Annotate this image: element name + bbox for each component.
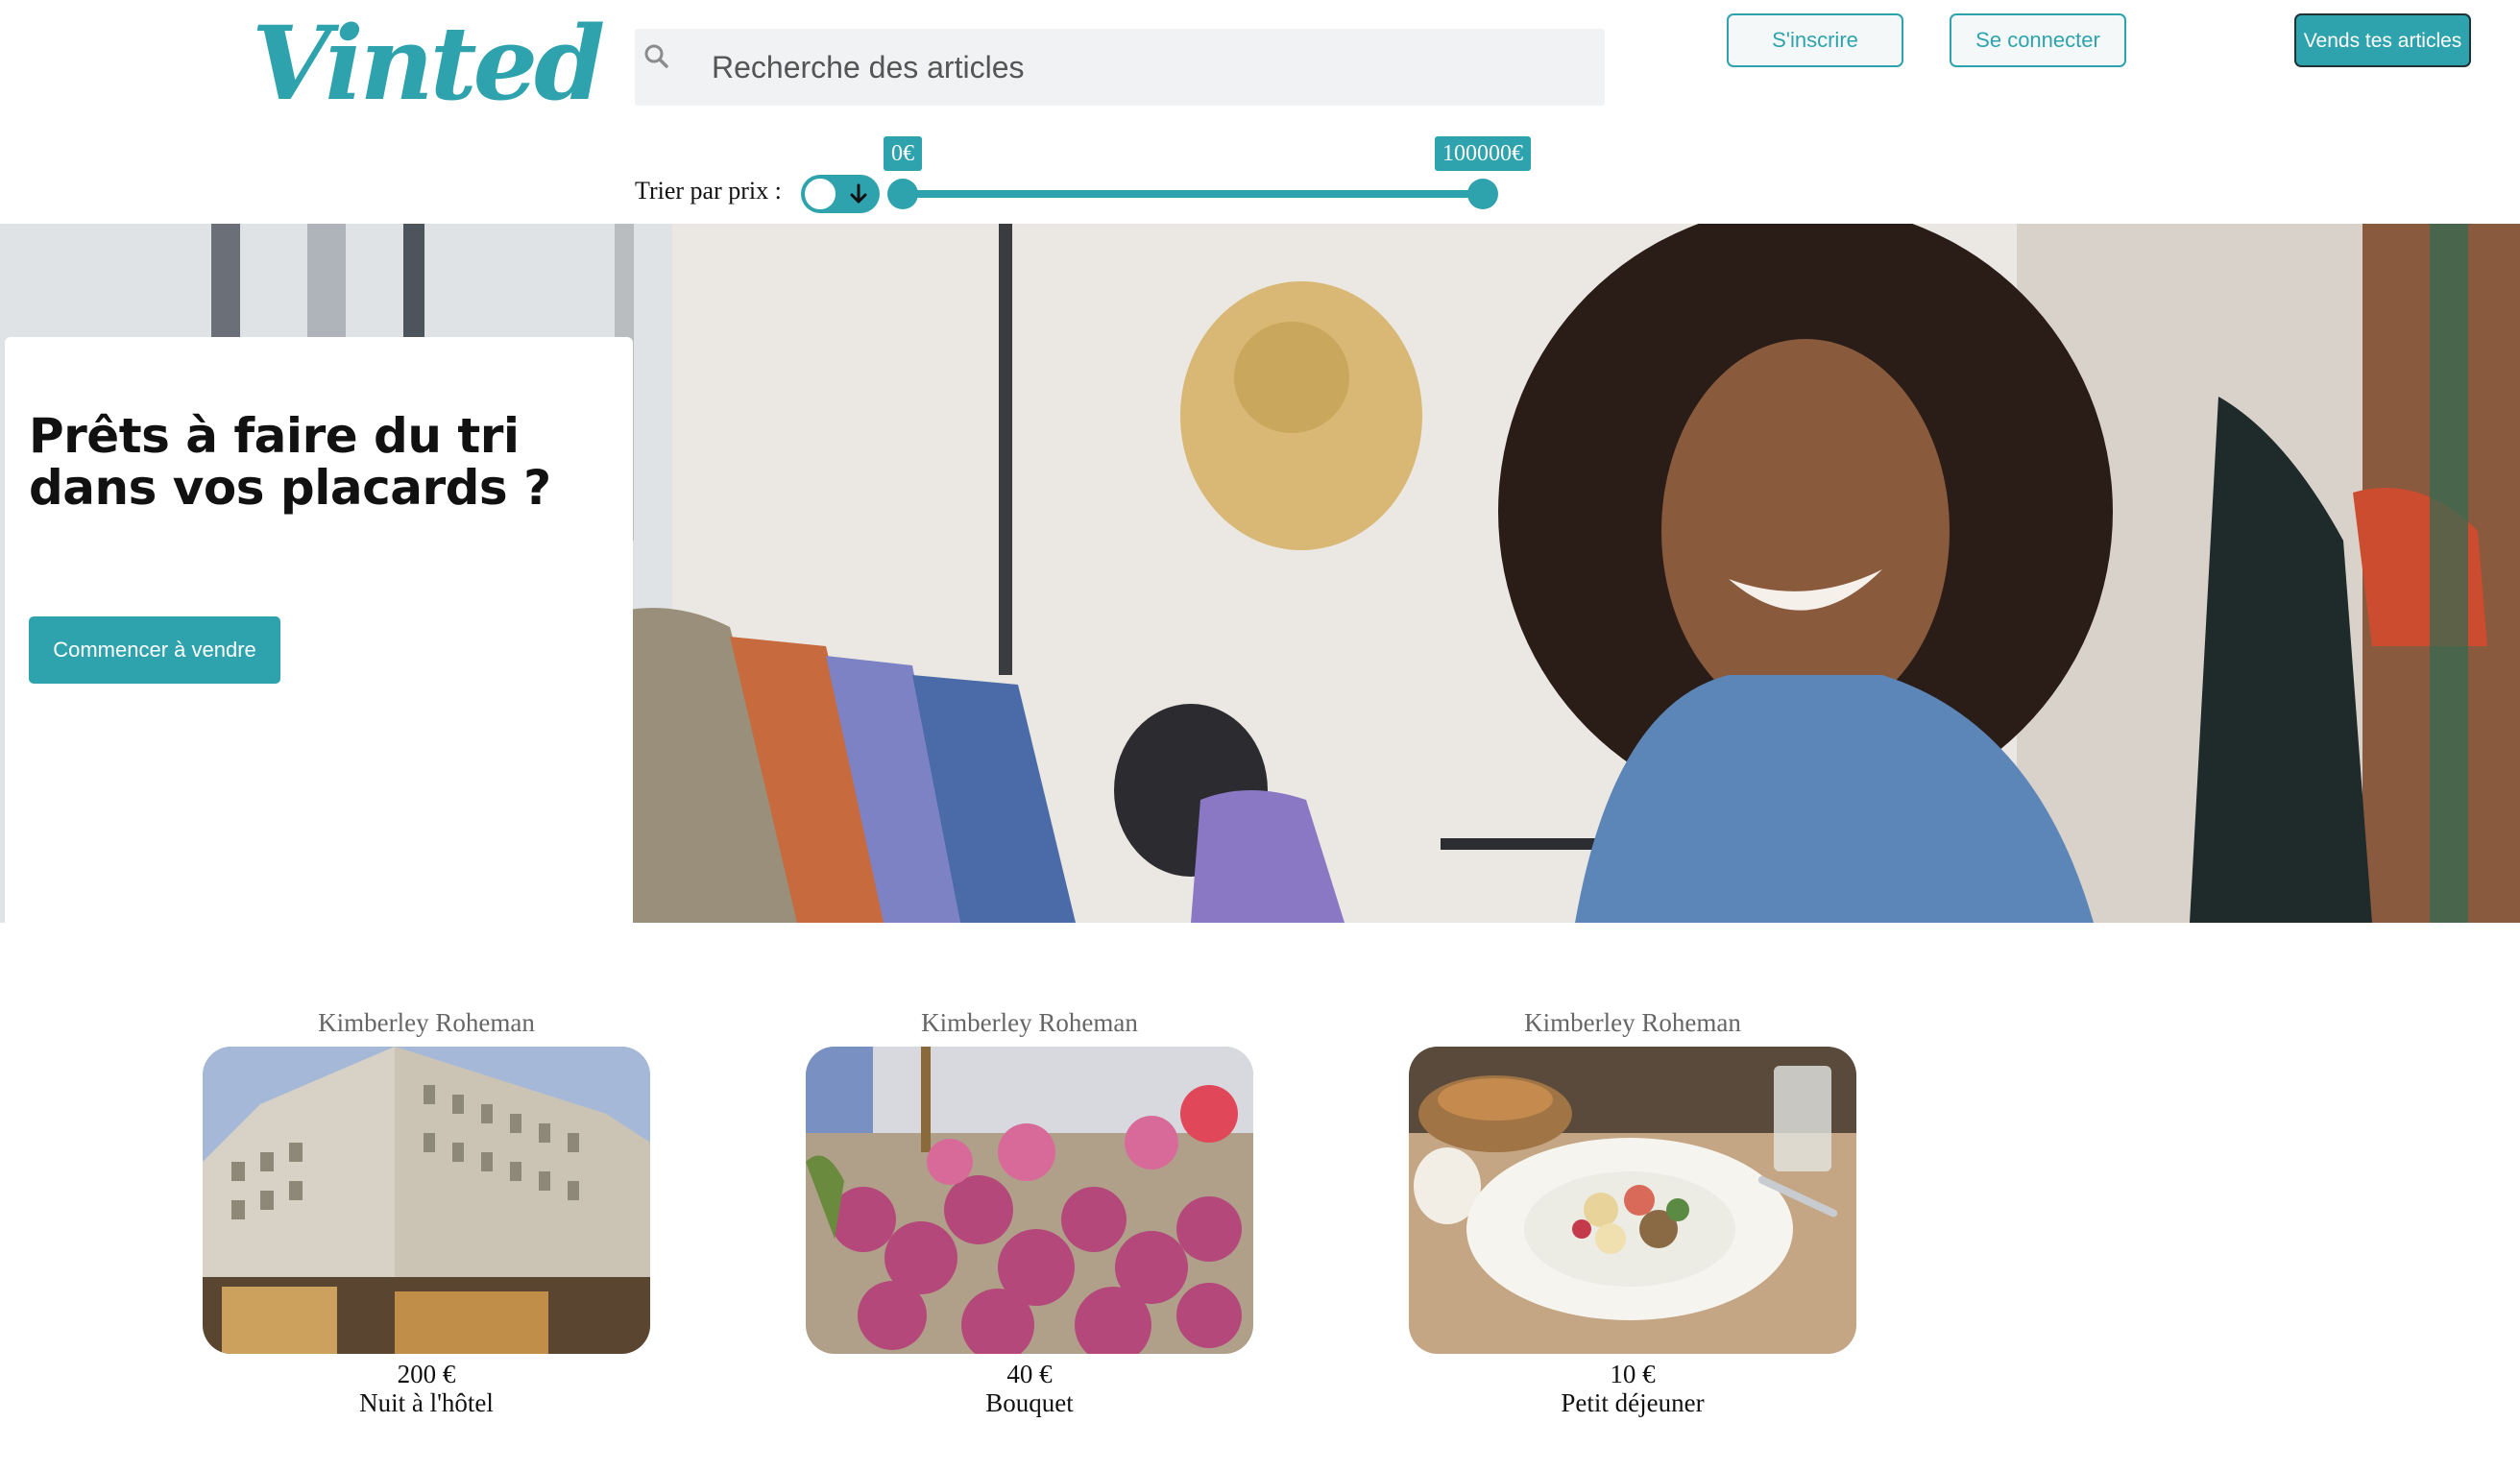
login-button[interactable]: Se connecter <box>1950 13 2126 67</box>
hero-card-content: Prêts à faire du tri dans vos placards ?… <box>5 337 633 752</box>
product-card[interactable]: Kimberley Roheman 200 € Nuit à l'hôtel <box>203 999 650 1417</box>
price-max-label: 100000€ <box>1435 136 1531 171</box>
product-price: 40 € <box>1006 1360 1053 1388</box>
sort-price-toggle[interactable] <box>801 175 880 213</box>
signup-button[interactable]: S'inscrire <box>1727 13 1903 67</box>
product-title: Nuit à l'hôtel <box>359 1388 494 1417</box>
price-min-handle[interactable] <box>887 179 918 209</box>
search-input[interactable] <box>712 29 1576 106</box>
product-title: Bouquet <box>985 1388 1074 1417</box>
search-bar[interactable] <box>635 29 1605 106</box>
product-image-bouquet[interactable] <box>806 1047 1253 1354</box>
product-owner: Kimberley Roheman <box>921 1008 1138 1037</box>
hero-title: Prêts à faire du tri dans vos placards ? <box>29 408 551 516</box>
price-range-track[interactable] <box>903 190 1483 198</box>
start-selling-button[interactable]: Commencer à vendre <box>29 616 280 684</box>
product-card[interactable]: Kimberley Roheman 40 € Bouquet <box>806 999 1253 1417</box>
product-title: Petit déjeuner <box>1561 1388 1705 1417</box>
price-range-fill <box>903 190 1483 198</box>
vinted-logo[interactable]: Vinted <box>252 6 605 121</box>
product-card[interactable]: Kimberley Roheman 10 € Petit déjeuner <box>1409 999 1856 1417</box>
product-image-hotel[interactable] <box>203 1047 650 1354</box>
product-owner: Kimberley Roheman <box>318 1008 535 1037</box>
arrow-down-icon <box>850 183 867 204</box>
search-icon <box>644 44 668 68</box>
toggle-knob <box>803 177 837 211</box>
product-image-breakfast[interactable] <box>1409 1047 1856 1354</box>
price-max-handle[interactable] <box>1467 179 1498 209</box>
product-owner: Kimberley Roheman <box>1524 1008 1741 1037</box>
product-price: 200 € <box>397 1360 456 1388</box>
sort-by-price-label: Trier par prix : <box>635 177 782 205</box>
sell-items-button[interactable]: Vends tes articles <box>2294 13 2471 67</box>
product-price: 10 € <box>1610 1360 1656 1388</box>
price-min-label: 0€ <box>884 136 922 171</box>
